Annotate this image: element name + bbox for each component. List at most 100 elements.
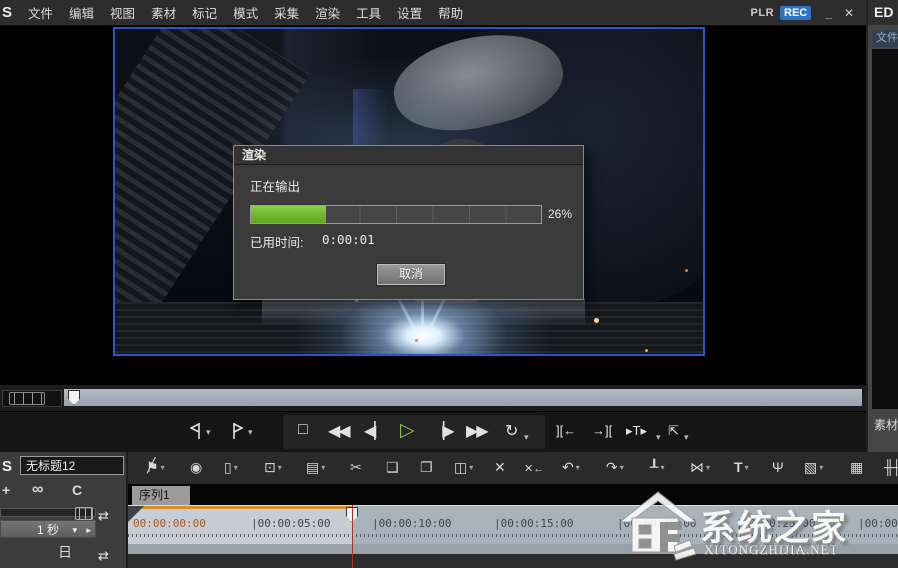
bin-window-title: ED <box>868 0 898 25</box>
delete-icon[interactable]: ✕ <box>494 459 506 476</box>
timescale-value: 1 秒 <box>37 523 59 537</box>
ruler-tick: |00:00:10:00 <box>372 517 451 530</box>
redo-icon[interactable]: ↷▾ <box>606 459 624 476</box>
close-button[interactable]: ✕ <box>844 6 854 20</box>
export-sequence-icon[interactable]: ▧▾ <box>804 459 823 476</box>
audio-mixer-icon[interactable]: ╫╫ <box>884 459 898 475</box>
play-button[interactable]: ▷ <box>400 419 415 442</box>
goto-in-button[interactable]: ][← <box>556 423 576 438</box>
step-forward-button[interactable]: ▕▶ <box>432 421 453 441</box>
timescale-select[interactable]: 1 秒 ▾ ▸ <box>0 520 96 538</box>
menu-edit[interactable]: 编辑 <box>61 0 102 25</box>
copy-icon[interactable]: ❏ <box>386 459 399 476</box>
house-logo-icon <box>612 488 698 564</box>
position-playhead-marker[interactable] <box>68 390 80 405</box>
export-caret[interactable]: ▾ <box>684 432 689 442</box>
paste-icon[interactable]: ❐ <box>420 459 433 476</box>
watermark-subtitle: XITONGZHIJIA.NET <box>704 542 839 558</box>
save-icon[interactable]: ▤▾ <box>306 459 325 476</box>
c-mode-icon[interactable]: C <box>72 482 82 498</box>
cut-icon[interactable]: ✂ <box>350 459 362 476</box>
sync-mode-icon[interactable]: ⚑╱▾ <box>146 459 165 476</box>
voiceover-mic-icon[interactable]: Ψ <box>772 459 784 475</box>
import-icon[interactable]: ⊡▾ <box>264 459 282 476</box>
timeline-zoom-slider[interactable] <box>0 508 96 517</box>
stop-button[interactable]: □ <box>298 421 308 439</box>
minimize-button[interactable]: _ <box>825 6 832 20</box>
set-out-point-icon[interactable] <box>232 422 243 440</box>
menu-help[interactable]: 帮助 <box>430 0 471 25</box>
export-to-recorder-button[interactable]: ⇱ <box>668 423 679 439</box>
cancel-button[interactable]: 取消 <box>376 263 446 286</box>
plr-mode-button[interactable]: PLR <box>751 7 775 19</box>
timescale-caret-right[interactable]: ▸ <box>86 521 91 539</box>
timeline-left-panel: S 无标题12 + ∞ C 1 秒 ▾ ▸ 日 ⇄ ⇄ <box>0 452 128 568</box>
snapshot-icon[interactable]: ◉ <box>190 459 202 476</box>
undo-icon[interactable]: ↶▾ <box>562 459 580 476</box>
render-progress-percent: 26% <box>548 207 572 221</box>
menu-tools[interactable]: 工具 <box>348 0 389 25</box>
render-progress-bar <box>250 205 542 224</box>
menu-capture[interactable]: 采集 <box>266 0 307 25</box>
loop-caret[interactable]: ▾ <box>524 432 529 442</box>
add-cut-point-icon[interactable]: ┸▾ <box>650 459 664 476</box>
ruler-tick: |00:00:05:00 <box>251 517 330 530</box>
loop-playback-button[interactable]: ↻ <box>505 421 518 441</box>
fast-forward-button[interactable]: ▶▶ <box>466 421 487 441</box>
play-around-button[interactable]: ▸T▸ <box>626 423 647 439</box>
timeline-toolbar: ⚑╱▾ ◉ ▯▾ ⊡▾ ▤▾ ✂ ❏ ❐ ◫▾ ✕ ✕← ↶▾ ↷▾ ┸▾ ⋈▾… <box>128 452 898 485</box>
menu-render[interactable]: 渲染 <box>307 0 348 25</box>
step-back-button[interactable]: ◀▏ <box>364 421 385 441</box>
position-bar[interactable] <box>64 389 862 406</box>
out-point-caret[interactable]: ▾ <box>248 427 253 437</box>
elapsed-time-value: 0:00:01 <box>322 232 375 247</box>
watermark: 系统之家 XITONGZHIJIA.NET <box>612 488 898 566</box>
menu-clip[interactable]: 素材 <box>143 0 184 25</box>
set-in-point-icon[interactable] <box>190 422 201 440</box>
film-track-icon: 日 <box>58 542 72 562</box>
rewind-button[interactable]: ◀◀ <box>328 421 349 441</box>
menu-view[interactable]: 视图 <box>102 0 143 25</box>
timescale-caret-down[interactable]: ▾ <box>72 521 77 539</box>
add-track-icon[interactable]: + <box>2 482 10 498</box>
transition-icon[interactable]: ⋈▾ <box>690 459 710 476</box>
project-name-box[interactable]: 无标题12 <box>20 456 124 475</box>
in-point-caret[interactable]: ▾ <box>206 427 211 437</box>
replace-icon[interactable]: ◫▾ <box>454 459 473 476</box>
rec-mode-button[interactable]: REC <box>780 6 811 20</box>
goto-out-button[interactable]: →][ <box>592 423 612 438</box>
render-status-text: 正在输出 <box>250 176 300 195</box>
title-tool-icon[interactable]: T▾ <box>734 459 749 475</box>
bin-tab-file[interactable]: 文件 <box>872 30 898 47</box>
ripple-delete-icon[interactable]: ✕← <box>524 462 544 475</box>
menu-file[interactable]: 文件 <box>20 0 61 25</box>
shuttle-slider[interactable] <box>2 390 62 407</box>
shuttle-grip[interactable] <box>9 392 45 405</box>
play-around-caret[interactable]: ▾ <box>656 432 661 442</box>
new-clip-icon[interactable]: ▯▾ <box>224 459 238 476</box>
track-swap-icon-top[interactable]: ⇄ <box>98 508 126 524</box>
ruler-tick: 00:00:00:00 <box>133 517 206 530</box>
transport-bar: ▾ ▾ □ ◀◀ ◀▏ ▷ ▕▶ ▶▶ ↻ ▾ ][← →][ ▸T▸ ▾ ⇱ … <box>0 411 866 453</box>
render-progress-fill <box>251 206 326 223</box>
render-dialog-title[interactable]: 渲染 <box>234 146 583 165</box>
app-logo: S <box>2 4 12 21</box>
menu-marker[interactable]: 标记 <box>184 0 225 25</box>
menu-settings[interactable]: 设置 <box>389 0 430 25</box>
loop-mode-icon[interactable]: ∞ <box>32 481 43 499</box>
menu-mode[interactable]: 模式 <box>225 0 266 25</box>
zoom-slider-grip[interactable] <box>75 507 93 520</box>
timeline-logo: S <box>2 458 12 475</box>
elapsed-time-label: 已用时间: <box>250 232 303 251</box>
ruler-tick: |00:00:15:00 <box>494 517 573 530</box>
playhead-line <box>352 505 353 568</box>
bin-window: ED 文件 素材 <box>866 0 898 452</box>
tab-sequence-1[interactable]: 序列1 <box>132 486 190 505</box>
track-swap-icon-bottom[interactable]: ⇄ <box>98 548 126 564</box>
bin-clip-label: 素材 <box>874 416 898 433</box>
bin-content-area[interactable] <box>872 49 898 409</box>
menu-bar: S 文件 编辑 视图 素材 标记 模式 采集 渲染 工具 设置 帮助 PLR R… <box>0 0 866 26</box>
render-dialog: 渲染 正在输出 26% 已用时间: 0:00:01 取消 <box>233 145 584 300</box>
panel-grid-icon[interactable]: ▦ <box>850 459 863 476</box>
shuttle-row <box>0 385 866 411</box>
